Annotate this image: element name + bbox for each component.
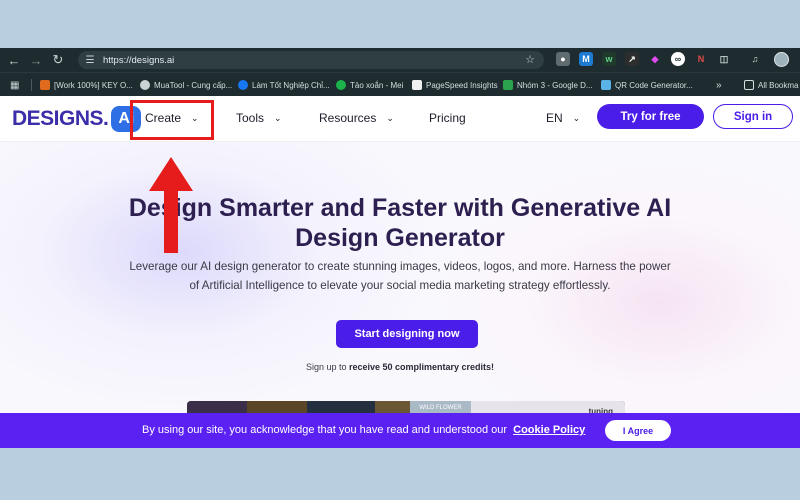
folder-icon <box>744 80 754 90</box>
site-info-icon[interactable]: ☰ <box>81 55 99 66</box>
hero-title-line2: Design Generator <box>295 224 505 252</box>
browser-window: ← → ↻ ☰ https://designs.ai ☆ ● M w ↗ ◆ ∞… <box>0 48 800 448</box>
cookie-text: By using our site, you acknowledge that … <box>142 424 508 436</box>
bookmark-label: PageSpeed Insights <box>426 80 498 90</box>
chevron-down-icon: ⌄ <box>572 112 581 123</box>
bookmark-item[interactable]: MuaTool - Cung cấp... <box>140 78 232 92</box>
media-control-icon[interactable]: ♫ <box>748 52 762 66</box>
url-text: https://designs.ai <box>103 54 175 66</box>
extension-icon[interactable]: ↗ <box>625 52 639 66</box>
all-bookmarks-folder[interactable]: All Bookma <box>744 78 798 92</box>
hero-subtitle-line2: of Artificial Intelligence to elevate yo… <box>189 279 611 292</box>
bookmarks-divider <box>31 79 32 91</box>
cookie-banner: By using our site, you acknowledge that … <box>0 413 800 448</box>
extension-icon[interactable]: ◆ <box>648 52 662 66</box>
bookmark-label: Nhóm 3 - Google D... <box>517 80 593 90</box>
logo-text: DESIGNS. <box>12 107 109 130</box>
nav-tools-label: Tools <box>236 111 265 125</box>
hero-title-line1: Design Smarter and Faster with Generativ… <box>128 194 672 222</box>
agree-button[interactable]: I Agree <box>605 420 671 441</box>
bookmark-favicon-icon <box>140 80 150 90</box>
facebook-icon <box>238 80 248 90</box>
extension-icon[interactable]: N <box>694 52 708 66</box>
red-arrow-icon <box>149 157 193 253</box>
signup-note: Sign up to receive 50 complimentary cred… <box>0 362 800 372</box>
bookmark-item[interactable]: PageSpeed Insights <box>412 78 498 92</box>
browser-toolbar: ← → ↻ ☰ https://designs.ai ☆ ● M w ↗ ◆ ∞… <box>0 48 800 72</box>
forward-icon[interactable]: → <box>25 48 47 72</box>
bookmark-favicon-icon <box>40 80 50 90</box>
language-label: EN <box>546 111 563 125</box>
extension-icon[interactable]: M <box>579 52 593 66</box>
chevron-down-icon: ⌄ <box>386 112 394 123</box>
signup-credits: receive 50 complimentary credits! <box>348 362 495 372</box>
bookmark-label: QR Code Generator... <box>615 80 693 90</box>
highlight-box <box>130 100 214 140</box>
bookmark-label: All Bookma <box>758 80 799 90</box>
language-selector[interactable]: EN ⌄ <box>546 111 580 125</box>
nav-pricing-label: Pricing <box>429 111 466 125</box>
try-for-free-button[interactable]: Try for free <box>597 104 704 129</box>
chevron-down-icon: ⌄ <box>274 112 282 123</box>
bookmark-item[interactable]: [Work 100%] KEY O... <box>40 78 133 92</box>
reload-icon[interactable]: ↻ <box>47 48 69 72</box>
signup-prefix: Sign up to <box>305 362 349 372</box>
bookmark-label: Làm Tốt Nghiệp Chỉ... <box>252 80 330 90</box>
bookmarks-bar: ▦ [Work 100%] KEY O... MuaTool - Cung cấ… <box>0 72 800 96</box>
cookie-message: By using our site, you acknowledge that … <box>142 424 585 436</box>
more-bookmarks-button[interactable]: » <box>716 78 722 92</box>
extensions-bar: ● M w ↗ ◆ ∞ N ◫ ♫ <box>556 52 771 66</box>
bookmark-item[interactable]: Nhóm 3 - Google D... <box>503 78 593 92</box>
bookmark-item[interactable]: Tảo xoắn - Mei <box>336 78 403 92</box>
site-header: DESIGNS. Ai Create ⌄ Tools ⌄ Resources ⌄… <box>0 96 800 142</box>
pagespeed-icon <box>412 80 422 90</box>
extension-icon[interactable]: ● <box>556 52 570 66</box>
qr-code-icon <box>601 80 611 90</box>
profile-avatar[interactable] <box>774 52 789 67</box>
bookmark-label: MuaTool - Cung cấp... <box>154 80 233 90</box>
apps-grid-icon[interactable]: ▦ <box>10 78 19 92</box>
extension-icon[interactable]: w <box>602 52 616 66</box>
nav-pricing[interactable]: Pricing <box>429 111 466 125</box>
address-bar[interactable]: ☰ https://designs.ai ☆ <box>78 51 544 69</box>
extensions-puzzle-icon[interactable]: ◫ <box>717 52 731 66</box>
sign-in-button[interactable]: Sign in <box>713 104 793 129</box>
designs-ai-logo[interactable]: DESIGNS. Ai <box>12 105 142 133</box>
hero-subtitle-line1: Leverage our AI design generator to crea… <box>129 260 671 273</box>
nav-tools[interactable]: Tools ⌄ <box>236 111 282 125</box>
bookmark-label: Tảo xoắn - Mei <box>350 80 404 90</box>
google-drive-icon <box>503 80 513 90</box>
nav-resources-label: Resources <box>319 111 377 125</box>
nav-resources[interactable]: Resources ⌄ <box>319 111 394 125</box>
extension-icon[interactable]: ∞ <box>671 52 685 66</box>
cookie-policy-link[interactable]: Cookie Policy <box>513 424 585 436</box>
bookmark-item[interactable]: Làm Tốt Nghiệp Chỉ... <box>238 78 330 92</box>
bookmark-item[interactable]: QR Code Generator... <box>601 78 693 92</box>
bookmark-label: [Work 100%] KEY O... <box>54 80 133 90</box>
hero-section: Design Smarter and Faster with Generativ… <box>0 142 800 448</box>
bookmark-favicon-icon <box>336 80 346 90</box>
bookmark-star-icon[interactable]: ☆ <box>525 53 535 66</box>
back-icon[interactable]: ← <box>3 48 25 72</box>
start-designing-button[interactable]: Start designing now <box>336 320 478 348</box>
